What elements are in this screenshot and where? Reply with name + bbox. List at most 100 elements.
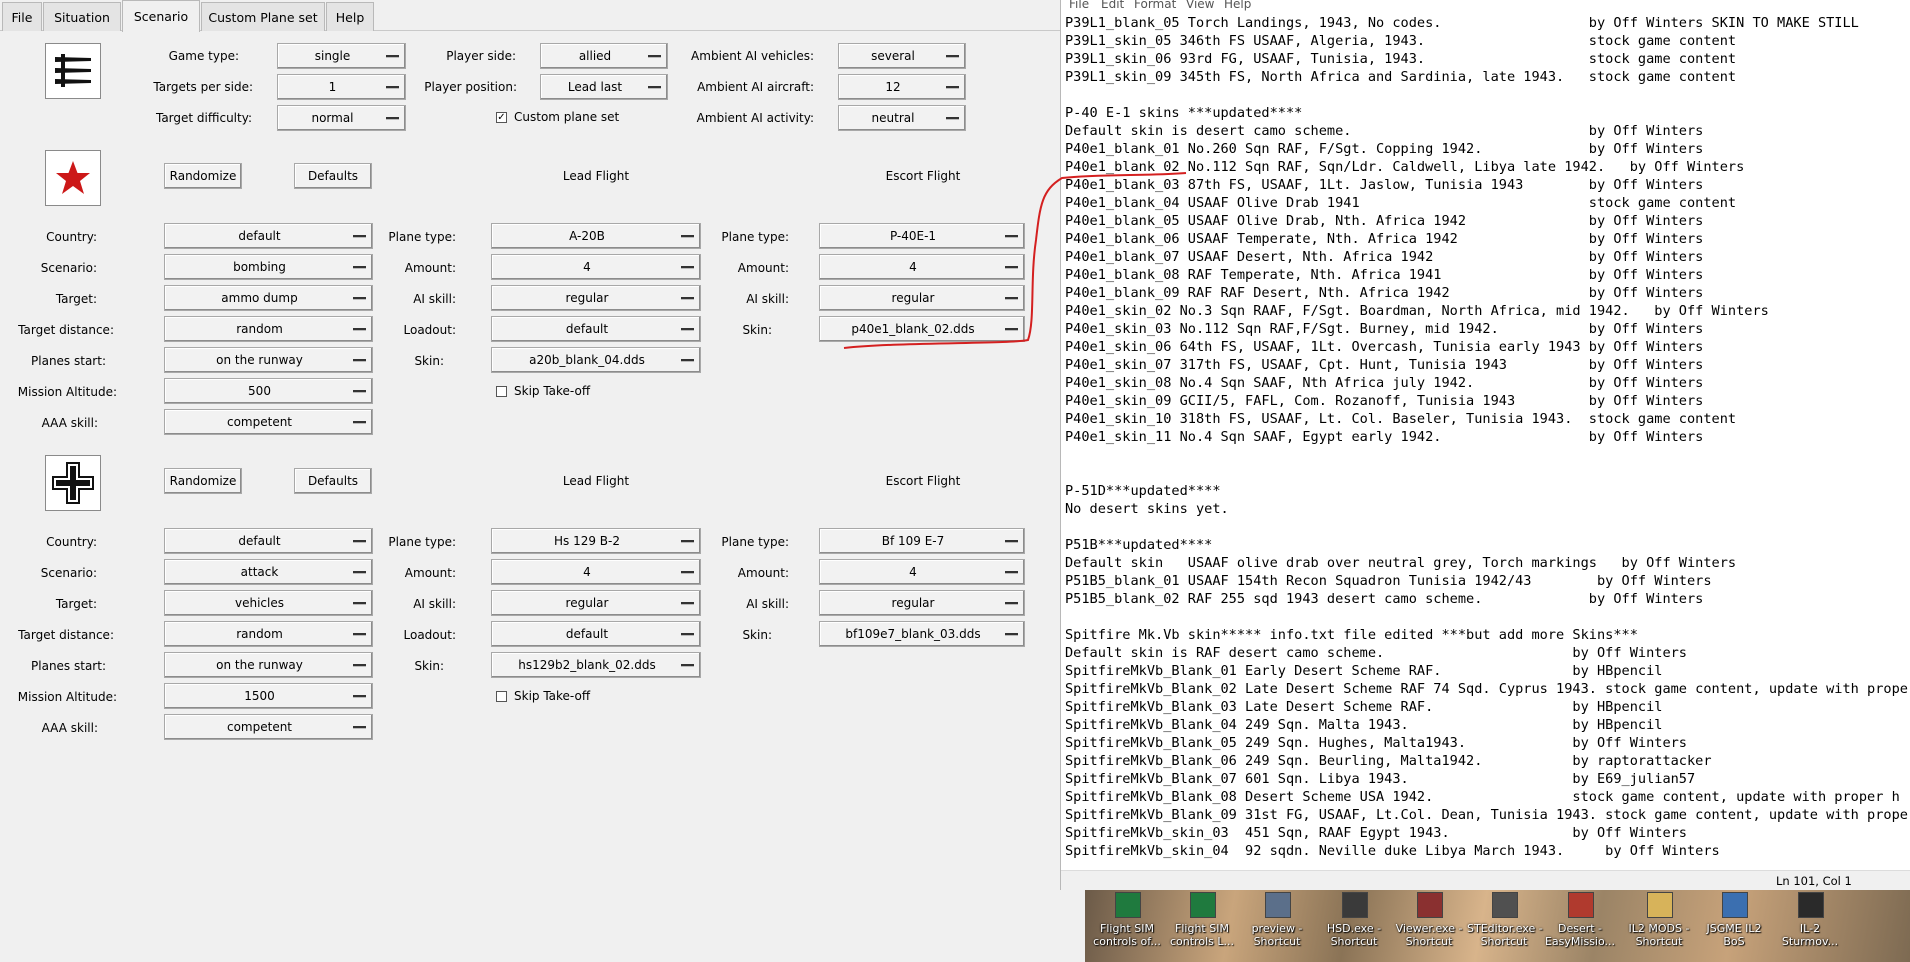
side1-lead-skin-dropdown[interactable]: a20b_blank_04.dds — [491, 347, 701, 373]
side1-mission-altitude-dropdown[interactable]: 500 — [164, 378, 373, 404]
side2-lead-loadout-dropdown[interactable]: default — [491, 621, 701, 647]
game-type-dropdown[interactable]: single — [277, 43, 406, 69]
tab-scenario[interactable]: Scenario — [122, 0, 200, 32]
side1-aaa-skill-dropdown[interactable]: competent — [164, 409, 373, 435]
notepad-line: Spitfire Mk.Vb skin***** info.txt file e… — [1065, 627, 1638, 643]
side1-lead-amount-dropdown[interactable]: 4 — [491, 254, 701, 280]
notepad-line: SpitfireMkVb_Blank_08 Desert Scheme USA … — [1065, 789, 1900, 805]
ambient-vehicles-dropdown[interactable]: several — [838, 43, 966, 69]
side1-target-distance-label: Target distance: — [18, 323, 114, 337]
side2-lead-amount-dropdown[interactable]: 4 — [491, 559, 701, 585]
side1-lead-plane-type-dropdown[interactable]: A-20B — [491, 223, 701, 249]
side2-lead-amount-label: Amount: — [404, 566, 456, 580]
notepad-line: P40e1_skin_10 318th FS, USAAF, Lt. Col. … — [1065, 411, 1737, 427]
desktop-shortcut[interactable]: Desert - EasyMissio... — [1543, 890, 1617, 962]
target-difficulty-dropdown[interactable]: normal — [277, 105, 406, 131]
side2-lead-plane-type-dropdown[interactable]: Hs 129 B-2 — [491, 528, 701, 554]
tab-file[interactable]: File — [2, 2, 42, 31]
side2-target-distance-dropdown[interactable]: random — [164, 621, 373, 647]
side1-lead-loadout-label: Loadout: — [403, 323, 456, 337]
notepad-line: SpitfireMkVb_Blank_06 249 Sqn. Beurling,… — [1065, 753, 1712, 769]
side1-scenario-dropdown[interactable]: bombing — [164, 254, 373, 280]
side2-target-dropdown[interactable]: vehicles — [164, 590, 373, 616]
side1-skip-takeoff-checkbox[interactable] — [496, 386, 507, 397]
targets-per-side-dropdown[interactable]: 1 — [277, 74, 406, 100]
notepad-line: P51B5_blank_01 USAAF 154th Recon Squadro… — [1065, 573, 1712, 589]
ambient-activity-dropdown[interactable]: neutral — [838, 105, 966, 131]
side1-defaults-button[interactable]: Defaults — [294, 163, 372, 189]
side1-escort-ai-skill-dropdown[interactable]: regular — [819, 285, 1025, 311]
notepad-menu-help[interactable]: Help — [1224, 0, 1251, 11]
desktop-area: Flight SIM controls of... Flight SIM cont… — [1085, 890, 1910, 962]
side2-lead-skin-label: Skin: — [414, 659, 444, 673]
desktop-shortcut[interactable]: HSD.exe - Shortcut — [1317, 890, 1391, 962]
side2-escort-ai-skill-dropdown[interactable]: regular — [819, 590, 1025, 616]
side1-escort-amount-label: Amount: — [737, 261, 789, 275]
notepad-text-area[interactable]: P39L1_blank_05 Torch Landings, 1943, No … — [1065, 14, 1910, 870]
notepad-line: P40e1_blank_04 USAAF Olive Drab 1941 sto… — [1065, 195, 1737, 211]
desktop-shortcut[interactable]: IL2 MODS - Shortcut — [1622, 890, 1696, 962]
side1-lead-skin-label: Skin: — [414, 354, 444, 368]
notepad-line: P40e1_skin_06 64th FS, USAAF, 1Lt. Overc… — [1065, 339, 1704, 355]
custom-plane-set-checkbox[interactable]: ✓ — [496, 112, 507, 123]
side1-country-dropdown[interactable]: default — [164, 223, 373, 249]
desktop-shortcut[interactable]: STEditor.exe - Shortcut — [1467, 890, 1543, 962]
side2-scenario-label: Scenario: — [40, 566, 97, 580]
notepad-line: SpitfireMkVb_Blank_09 31st FG, USAAF, Lt… — [1065, 807, 1910, 823]
notepad-line: P40e1_blank_05 USAAF Olive Drab, Nth. Af… — [1065, 213, 1704, 229]
side2-escort-amount-dropdown[interactable]: 4 — [819, 559, 1025, 585]
notepad-line: P39L1_skin_06 93rd FG, USAAF, Tunisia, 1… — [1065, 51, 1737, 67]
player-position-dropdown[interactable]: Lead last — [540, 74, 668, 100]
side2-lead-ai-skill-dropdown[interactable]: regular — [491, 590, 701, 616]
ambient-aircraft-dropdown[interactable]: 12 — [838, 74, 966, 100]
side1-lead-loadout-dropdown[interactable]: default — [491, 316, 701, 342]
side1-escort-skin-dropdown[interactable]: p40e1_blank_02.dds — [819, 316, 1025, 342]
side2-lead-skin-dropdown[interactable]: hs129b2_blank_02.dds — [491, 652, 701, 678]
side2-mission-altitude-dropdown[interactable]: 1500 — [164, 683, 373, 709]
notepad-line: P-40 E-1 skins ***updated**** — [1065, 105, 1303, 121]
notepad-menu-format[interactable]: Format — [1134, 0, 1176, 11]
side1-planes-start-dropdown[interactable]: on the runway — [164, 347, 373, 373]
notepad-menu-edit[interactable]: Edit — [1101, 0, 1124, 11]
side1-escort-skin-label: Skin: — [742, 323, 772, 337]
notepad-line: P40e1_blank_07 USAAF Desert, Nth. Africa… — [1065, 249, 1704, 265]
side1-randomize-button[interactable]: Randomize — [164, 163, 242, 189]
shortcut-icon — [1265, 892, 1291, 918]
desktop-shortcut[interactable]: Viewer.exe - Shortcut — [1392, 890, 1466, 962]
side1-escort-amount-dropdown[interactable]: 4 — [819, 254, 1025, 280]
side2-randomize-button[interactable]: Randomize — [164, 468, 242, 494]
side1-target-distance-dropdown[interactable]: random — [164, 316, 373, 342]
side1-country-label: Country: — [46, 230, 97, 244]
side2-escort-flight-heading: Escort Flight — [885, 474, 961, 488]
side1-target-dropdown[interactable]: ammo dump — [164, 285, 373, 311]
desktop-shortcut[interactable]: preview - Shortcut — [1240, 890, 1314, 962]
side2-escort-plane-type-dropdown[interactable]: Bf 109 E-7 — [819, 528, 1025, 554]
desktop-shortcut[interactable]: Flight SIM controls L... — [1165, 890, 1239, 962]
notepad-line: SpitfireMkVb_skin_03 451 Sqn, RAAF Egypt… — [1065, 825, 1687, 841]
side2-skip-takeoff-checkbox[interactable] — [496, 691, 507, 702]
shortcut-icon — [1647, 892, 1673, 918]
notepad-line: P40e1_blank_01 No.260 Sqn RAF, F/Sgt. Co… — [1065, 141, 1704, 157]
side2-defaults-button[interactable]: Defaults — [294, 468, 372, 494]
side1-escort-ai-skill-label: AI skill: — [746, 292, 789, 306]
side1-escort-plane-type-dropdown[interactable]: P-40E-1 — [819, 223, 1025, 249]
notepad-line: P51B***updated**** — [1065, 537, 1213, 553]
side2-country-dropdown[interactable]: default — [164, 528, 373, 554]
side2-planes-start-dropdown[interactable]: on the runway — [164, 652, 373, 678]
notepad-menu-file[interactable]: File — [1069, 0, 1089, 11]
player-side-dropdown[interactable]: allied — [540, 43, 668, 69]
tab-custom-plane-set[interactable]: Custom Plane set — [201, 2, 325, 31]
side2-scenario-dropdown[interactable]: attack — [164, 559, 373, 585]
notepad-line: P40e1_skin_07 317th FS, USAAF, Cpt. Hunt… — [1065, 357, 1704, 373]
desktop-shortcut[interactable]: IL-2 Sturmov... — [1773, 890, 1847, 962]
tab-help[interactable]: Help — [326, 2, 374, 31]
side2-lead-loadout-label: Loadout: — [403, 628, 456, 642]
desktop-shortcut[interactable]: JSGME IL2 BoS — [1697, 890, 1771, 962]
side2-aaa-skill-dropdown[interactable]: competent — [164, 714, 373, 740]
notepad-menu-view[interactable]: View — [1186, 0, 1214, 11]
desktop-shortcut[interactable]: Flight SIM controls of... — [1090, 890, 1164, 962]
side2-lead-ai-skill-label: AI skill: — [413, 597, 456, 611]
side2-escort-skin-dropdown[interactable]: bf109e7_blank_03.dds — [819, 621, 1025, 647]
tab-situation[interactable]: Situation — [43, 2, 121, 31]
side1-lead-ai-skill-dropdown[interactable]: regular — [491, 285, 701, 311]
